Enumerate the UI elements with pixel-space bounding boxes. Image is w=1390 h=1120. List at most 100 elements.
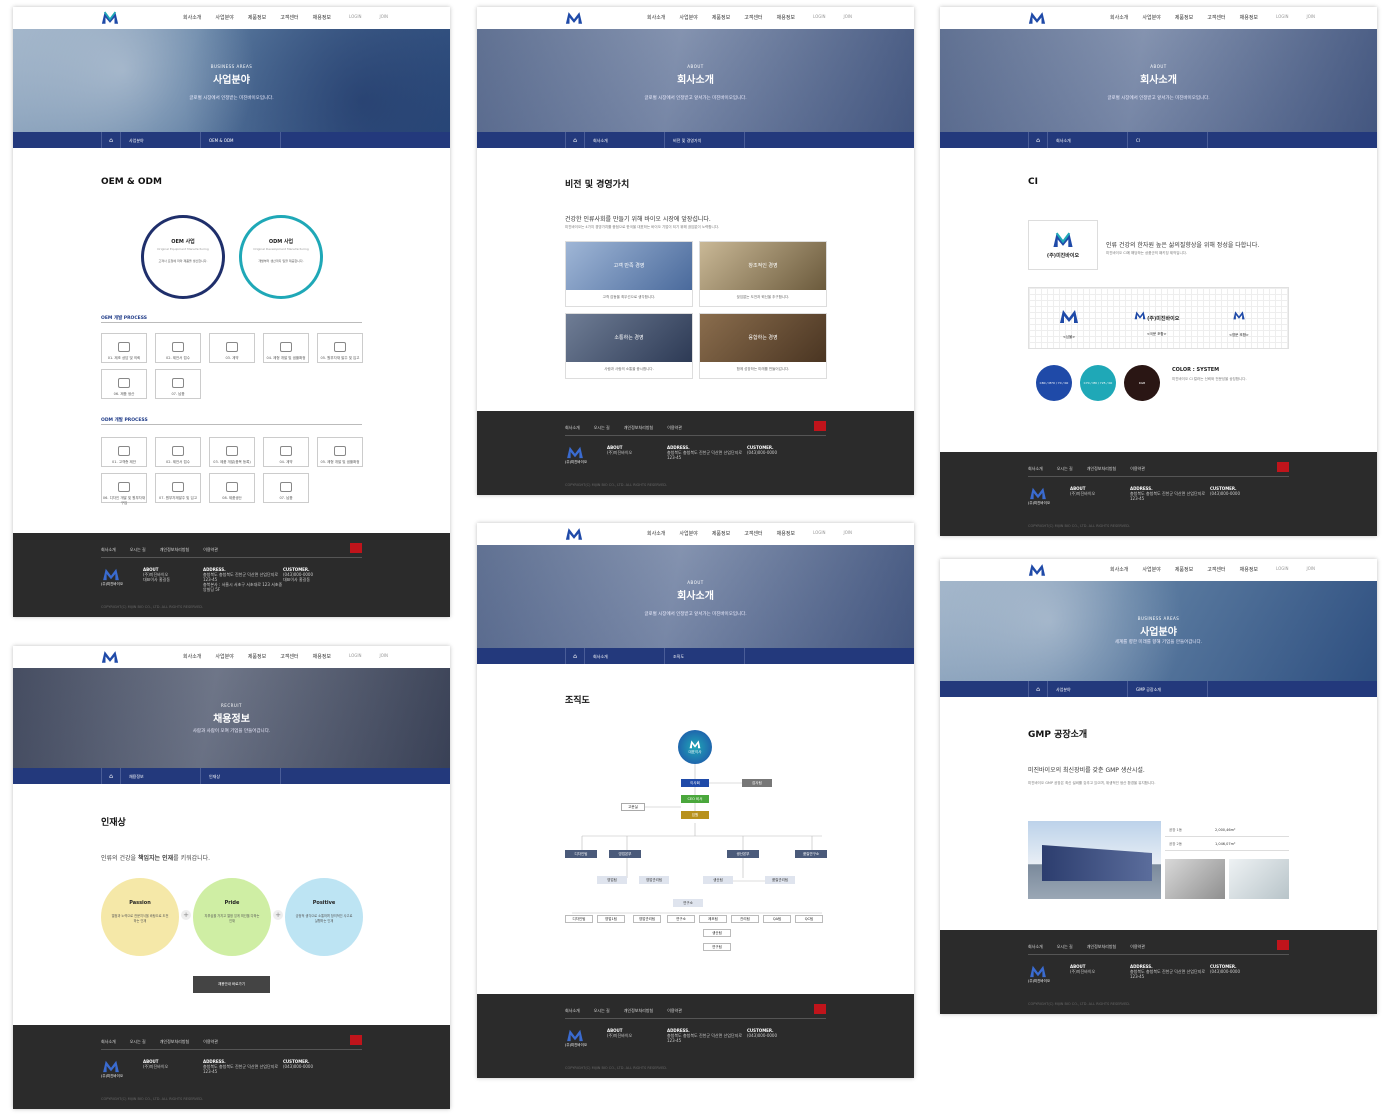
process-step: 02. 제안서 접수 — [155, 437, 201, 467]
footer-link[interactable]: 회사소개 — [101, 547, 116, 553]
oem-circle: OEM 사업 Original Equipment Manufacturing … — [141, 215, 225, 299]
login-link[interactable]: LOGIN — [349, 653, 362, 660]
nav-item[interactable]: 사업분야 — [1142, 14, 1160, 21]
step-label: 01. 고객층 제안 — [112, 460, 136, 464]
spec-row: 공장 2동 1,046,07m² — [1165, 839, 1289, 851]
join-link[interactable]: JOIN — [1307, 566, 1316, 573]
footer-link[interactable]: 이용약관 — [1130, 466, 1145, 472]
login-link[interactable]: LOGIN — [349, 14, 362, 21]
top-button[interactable] — [1277, 940, 1289, 950]
sub-nav-dropdown-1[interactable]: 회사소개 — [585, 132, 665, 148]
nav-item[interactable]: 제품정보 — [712, 14, 730, 21]
org-division: 생산본부 — [727, 850, 759, 858]
home-icon[interactable]: ⌂ — [565, 132, 585, 148]
footer-link[interactable]: 이용약관 — [203, 547, 218, 553]
footer-link[interactable]: 오시는 길 — [1057, 944, 1073, 950]
nav-item[interactable]: 제품정보 — [1175, 566, 1193, 573]
logo-icon[interactable] — [101, 10, 119, 25]
nav-item[interactable]: 채용정보 — [313, 653, 331, 660]
nav-item[interactable]: 고객센터 — [1207, 14, 1225, 21]
join-link[interactable]: JOIN — [844, 14, 853, 21]
join-link[interactable]: JOIN — [380, 14, 389, 21]
nav-item[interactable]: 회사소개 — [1110, 566, 1128, 573]
color-chip: C70 / M0 / Y25 / K0 — [1080, 365, 1116, 401]
footer-link[interactable]: 회사소개 — [101, 1039, 116, 1045]
nav-item[interactable]: 사업분야 — [1142, 566, 1160, 573]
footer-link[interactable]: 이용약관 — [1130, 944, 1145, 950]
logo-icon[interactable] — [565, 10, 583, 25]
join-link[interactable]: JOIN — [1307, 14, 1316, 21]
footer-link[interactable]: 개인정보처리방침 — [624, 425, 653, 431]
nav-item[interactable]: 고객센터 — [280, 653, 298, 660]
footer: 회사소개 오시는 길 개인정보처리방침 이용약관 (주)미진바이오 ABOUT (주)미… — [940, 452, 1377, 536]
sub-nav-dropdown-2[interactable]: 비전 및 경영가치 — [665, 132, 745, 148]
sub-nav-dropdown-1[interactable]: 회사소개 — [1048, 132, 1128, 148]
footer-link[interactable]: 개인정보처리방침 — [624, 1008, 653, 1014]
process-step: 03. 계약 — [209, 333, 255, 363]
footer-link[interactable]: 이용약관 — [667, 1008, 682, 1014]
nav-item[interactable]: 고객센터 — [1207, 566, 1225, 573]
recruit-button[interactable]: 채용안내 바로가기 — [193, 976, 270, 993]
footer-link[interactable]: 오시는 길 — [130, 1039, 146, 1045]
footer-link[interactable]: 개인정보처리방침 — [160, 547, 189, 553]
nav-item[interactable]: 회사소개 — [647, 14, 665, 21]
nav-item[interactable]: 회사소개 — [183, 14, 201, 21]
nav-item[interactable]: 채용정보 — [777, 14, 795, 21]
sub-nav-dropdown-1[interactable]: 사업분야 — [1048, 681, 1128, 697]
nav-item[interactable]: 채용정보 — [313, 14, 331, 21]
footer-link[interactable]: 오시는 길 — [594, 425, 610, 431]
nav-item[interactable]: 제품정보 — [1175, 14, 1193, 21]
login-link[interactable]: LOGIN — [1276, 566, 1289, 573]
sub-nav-dropdown-2[interactable]: 인재상 — [201, 768, 281, 784]
footer-link[interactable]: 오시는 길 — [1057, 466, 1073, 472]
login-link[interactable]: LOGIN — [1276, 14, 1289, 21]
home-icon[interactable]: ⌂ — [101, 132, 121, 148]
footer-link[interactable]: 이용약관 — [667, 425, 682, 431]
step-icon — [280, 482, 292, 492]
home-icon[interactable]: ⌂ — [1028, 681, 1048, 697]
top-button[interactable] — [814, 1004, 826, 1014]
footer-link[interactable]: 회사소개 — [1028, 466, 1043, 472]
nav-item[interactable]: 제품정보 — [248, 653, 266, 660]
logo-icon[interactable] — [1028, 10, 1046, 25]
footer-link[interactable]: 오시는 길 — [130, 547, 146, 553]
top-button[interactable] — [1277, 462, 1289, 472]
top-button[interactable] — [814, 421, 826, 431]
nav-item[interactable]: 채용정보 — [1240, 14, 1258, 21]
nav-item[interactable]: 사업분야 — [215, 653, 233, 660]
org-sub: 품질관리팀 — [765, 876, 795, 884]
sub-nav-dropdown-2[interactable]: OEM & ODM — [201, 132, 281, 148]
footer-link[interactable]: 회사소개 — [565, 425, 580, 431]
nav-item[interactable]: 회사소개 — [1110, 14, 1128, 21]
nav-item[interactable]: 회사소개 — [183, 653, 201, 660]
footer-link[interactable]: 개인정보처리방침 — [160, 1039, 189, 1045]
footer-link[interactable]: 회사소개 — [1028, 944, 1043, 950]
process-step: 06. 디자인 개발 및 원부자재구입 — [101, 473, 147, 505]
sub-nav-dropdown-2[interactable]: GMP 공장소개 — [1128, 681, 1208, 697]
vision-card-title: 소통하는 경영 — [614, 335, 644, 341]
nav-item[interactable]: 고객센터 — [744, 14, 762, 21]
footer-link[interactable]: 회사소개 — [565, 1008, 580, 1014]
footer-link[interactable]: 개인정보처리방침 — [1087, 944, 1116, 950]
nav-item[interactable]: 사업분야 — [215, 14, 233, 21]
footer-link[interactable]: 오시는 길 — [594, 1008, 610, 1014]
top-button[interactable] — [350, 543, 362, 553]
home-icon[interactable]: ⌂ — [101, 768, 121, 784]
logo-icon[interactable] — [101, 649, 119, 664]
top-button[interactable] — [350, 1035, 362, 1045]
nav-item[interactable]: 고객센터 — [280, 14, 298, 21]
sub-nav-dropdown-2[interactable]: CI — [1128, 132, 1208, 148]
nav-item[interactable]: 사업분야 — [679, 14, 697, 21]
footer-link[interactable]: 이용약관 — [203, 1039, 218, 1045]
sub-nav-dropdown-1[interactable]: 채용정보 — [121, 768, 201, 784]
sub-nav-dropdown-1[interactable]: 사업분야 — [121, 132, 201, 148]
nav-item[interactable]: 채용정보 — [1240, 566, 1258, 573]
site-header: 회사소개 사업분야 제품정보 고객센터 채용정보 LOGIN JOIN — [13, 7, 450, 29]
logo-icon[interactable] — [1028, 562, 1046, 577]
home-icon[interactable]: ⌂ — [1028, 132, 1048, 148]
login-link[interactable]: LOGIN — [813, 14, 826, 21]
footer: 회사소개 오시는 길 개인정보처리방침 이용약관 (주)미진바이오 ABOUT (주)미… — [477, 411, 914, 495]
footer-link[interactable]: 개인정보처리방침 — [1087, 466, 1116, 472]
join-link[interactable]: JOIN — [380, 653, 389, 660]
nav-item[interactable]: 제품정보 — [248, 14, 266, 21]
